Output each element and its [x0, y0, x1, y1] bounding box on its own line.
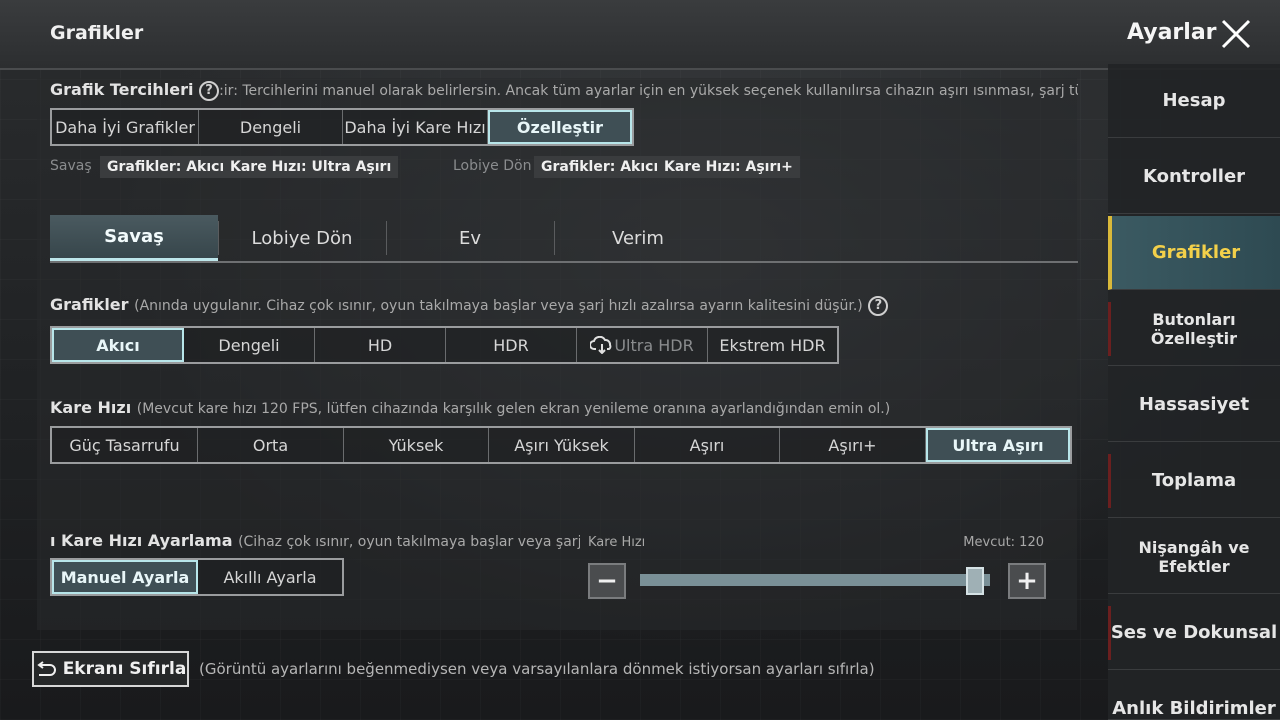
- fps-adjust-row: ı Kare Hızı Ayarlama (Cihaz çok ısınır, …: [50, 531, 580, 550]
- settings-title: Ayarlar: [1127, 20, 1217, 45]
- decrease-button[interactable]: −: [588, 563, 626, 599]
- cloud-download-icon: [590, 336, 612, 354]
- fps-medium[interactable]: Orta: [198, 428, 344, 462]
- graphics-hd[interactable]: HD: [315, 328, 446, 362]
- graphics-quality-selector: Akıcı Dengeli HD HDR Ultra HDR Ekstrem H…: [50, 326, 839, 364]
- mode-tabs: Savaş Lobiye Dön Ev Verim: [50, 215, 1078, 263]
- smart-adjust-option[interactable]: Akıllı Ayarla: [198, 560, 342, 594]
- graphics-balanced[interactable]: Dengeli: [184, 328, 315, 362]
- sidebar-item-crosshair-effects[interactable]: Nişangâh ve Efektler: [1108, 520, 1280, 594]
- slider-current-value: Mevcut: 120: [963, 535, 1044, 550]
- lobby-summary-label: Lobiye Dön: [453, 158, 532, 174]
- close-icon: [1221, 19, 1251, 49]
- help-icon[interactable]: ?: [199, 80, 220, 101]
- fps-adjust-note: (Cihaz çok ısınır, oyun takılmaya başlar…: [238, 534, 580, 550]
- graphics-hdr[interactable]: HDR: [446, 328, 577, 362]
- close-button[interactable]: [1220, 18, 1252, 50]
- tab-efficiency[interactable]: Verim: [554, 215, 722, 261]
- fps-ultra-extreme[interactable]: Ultra Aşırı: [926, 428, 1070, 462]
- slider-label: Kare Hızı: [588, 535, 646, 550]
- graphics-smooth[interactable]: Akıcı: [52, 328, 184, 362]
- graphics-row: Grafikler (Anında uygulanır. Cihaz çok ı…: [50, 295, 889, 316]
- pref-better-graphics[interactable]: Daha İyi Grafikler: [52, 110, 199, 144]
- fps-extreme[interactable]: Aşırı: [635, 428, 780, 462]
- reset-note: (Görüntü ayarlarını beğenmediysen veya v…: [199, 660, 875, 678]
- battle-graphics-chip: Grafikler: Akıcı: [100, 156, 232, 178]
- fps-slider-group: Kare Hızı Mevcut: 120 − +: [588, 533, 1048, 603]
- tab-lobby[interactable]: Lobiye Dön: [218, 215, 386, 261]
- fps-adjust-mode-selector: Manuel Ayarla Akıllı Ayarla: [50, 558, 344, 596]
- framerate-selector: Güç Tasarrufu Orta Yüksek Aşırı Yüksek A…: [50, 426, 1072, 464]
- pref-balanced[interactable]: Dengeli: [199, 110, 343, 144]
- sidebar-item-sensitivity[interactable]: Hassasiyet: [1108, 368, 1280, 442]
- battle-fps-chip: Kare Hızı: Ultra Aşırı: [223, 156, 399, 178]
- lobby-graphics-chip: Grafikler: Akıcı: [534, 156, 666, 178]
- reset-screen-button[interactable]: Ekranı Sıfırla: [32, 651, 189, 687]
- pref-better-framerate[interactable]: Daha İyi Kare Hızı: [343, 110, 488, 144]
- fps-extreme-plus[interactable]: Aşırı+: [780, 428, 926, 462]
- page-title: Grafikler: [50, 22, 144, 44]
- help-icon[interactable]: ?: [868, 295, 889, 316]
- tab-battle[interactable]: Savaş: [50, 215, 218, 261]
- graphics-label: Grafikler: [50, 295, 129, 314]
- graphics-ultra-hdr[interactable]: Ultra HDR: [577, 328, 708, 362]
- graphic-prefs-row: Grafik Tercihleri ?:ir: Tercihlerini man…: [50, 80, 1078, 101]
- battle-summary-label: Savaş: [50, 158, 92, 174]
- increase-button[interactable]: +: [1008, 563, 1046, 599]
- pref-customize[interactable]: Özelleştir: [488, 110, 632, 144]
- sidebar-item-notifications[interactable]: Anlık Bildirimler: [1108, 672, 1280, 720]
- sidebar-item-pickup[interactable]: Toplama: [1108, 444, 1280, 518]
- reset-label: Ekranı Sıfırla: [62, 659, 187, 679]
- framerate-row: Kare Hızı (Mevcut kare hızı 120 FPS, lüt…: [50, 398, 890, 417]
- minus-icon: −: [596, 566, 618, 596]
- fps-high[interactable]: Yüksek: [344, 428, 489, 462]
- graphics-extreme-hdr[interactable]: Ekstrem HDR: [708, 328, 837, 362]
- settings-sidebar: Hesap Kontroller Grafikler Butonları Öze…: [1108, 64, 1280, 720]
- sidebar-item-sound-haptics[interactable]: Ses ve Dokunsal: [1108, 596, 1280, 670]
- top-bar: Grafikler Ayarlar: [0, 0, 1280, 70]
- framerate-note: (Mevcut kare hızı 120 FPS, lütfen cihazı…: [136, 401, 891, 417]
- slider-thumb[interactable]: [965, 567, 984, 595]
- sidebar-item-graphics[interactable]: Grafikler: [1108, 216, 1280, 290]
- fps-power-saving[interactable]: Güç Tasarrufu: [52, 428, 198, 462]
- graphics-note: (Anında uygulanır. Cihaz çok ısınır, oyu…: [134, 298, 863, 314]
- lobby-fps-chip: Kare Hızı: Aşırı+: [657, 156, 800, 178]
- graphic-prefs-label: Grafik Tercihleri: [50, 80, 194, 99]
- tab-home[interactable]: Ev: [386, 215, 554, 261]
- framerate-label: Kare Hızı: [50, 398, 132, 417]
- sidebar-item-account[interactable]: Hesap: [1108, 64, 1280, 138]
- fps-very-high[interactable]: Aşırı Yüksek: [489, 428, 635, 462]
- manual-adjust-option[interactable]: Manuel Ayarla: [52, 560, 198, 594]
- plus-icon: +: [1016, 566, 1038, 596]
- fps-adjust-label: ı Kare Hızı Ayarlama: [50, 531, 233, 550]
- graphics-ultra-hdr-label: Ultra HDR: [614, 335, 694, 355]
- slider-track[interactable]: [640, 574, 990, 586]
- undo-icon: [37, 661, 56, 676]
- graphic-prefs-description: :ir: Tercihlerini manuel olarak belirler…: [219, 83, 1078, 99]
- sidebar-item-controls[interactable]: Kontroller: [1108, 140, 1280, 214]
- graphic-prefs-selector: Daha İyi Grafikler Dengeli Daha İyi Kare…: [50, 108, 634, 146]
- sidebar-item-customize-buttons[interactable]: Butonları Özelleştir: [1108, 292, 1280, 366]
